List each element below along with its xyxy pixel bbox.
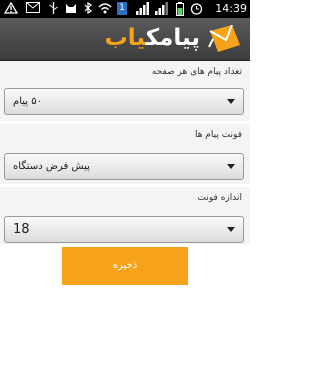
app-header: پیامکیاب (0, 18, 250, 61)
wifi-icon (98, 3, 112, 14)
logo-main: پیامک (145, 25, 201, 51)
bluetooth-icon (84, 2, 92, 14)
chevron-down-icon (227, 99, 235, 104)
font-size-select[interactable]: 18 (4, 216, 244, 243)
chevron-down-icon (227, 164, 235, 169)
status-bar: 1 14:39 (0, 0, 250, 18)
chevron-down-icon (227, 227, 235, 232)
save-button[interactable]: ذخیره (62, 247, 188, 285)
signal-icon-2 (155, 2, 168, 15)
logo-accent: یاب (104, 25, 147, 51)
setting-label: فونت پیام ها (194, 130, 242, 140)
select-value: پیش فرض دستگاه (13, 161, 90, 172)
signal-icon-1 (136, 2, 149, 15)
setting-font-size: اندازه فونت 18 (0, 187, 250, 244)
battery-icon (176, 2, 184, 16)
app-logo-text: پیامکیاب (104, 24, 201, 52)
setting-label: اندازه فونت (197, 193, 242, 203)
select-value: ۵۰ پیام (13, 96, 42, 107)
cat-icon (66, 4, 76, 13)
notification-badge: 1 (117, 2, 127, 15)
usb-icon (49, 2, 58, 14)
setting-messages-per-page: تعداد پیام های هر صفحه ۵۰ پیام (0, 61, 250, 121)
envelope-logo-icon (208, 25, 240, 52)
status-time: 14:39 (215, 2, 247, 15)
email-icon (26, 2, 40, 13)
messages-per-page-select[interactable]: ۵۰ پیام (4, 88, 244, 115)
alarm-clock-icon (190, 3, 203, 15)
select-value: 18 (13, 222, 30, 237)
setting-message-font: فونت پیام ها پیش فرض دستگاه (0, 124, 250, 184)
setting-label: تعداد پیام های هر صفحه (151, 67, 242, 77)
message-font-select[interactable]: پیش فرض دستگاه (4, 153, 244, 180)
warning-icon (4, 2, 18, 14)
